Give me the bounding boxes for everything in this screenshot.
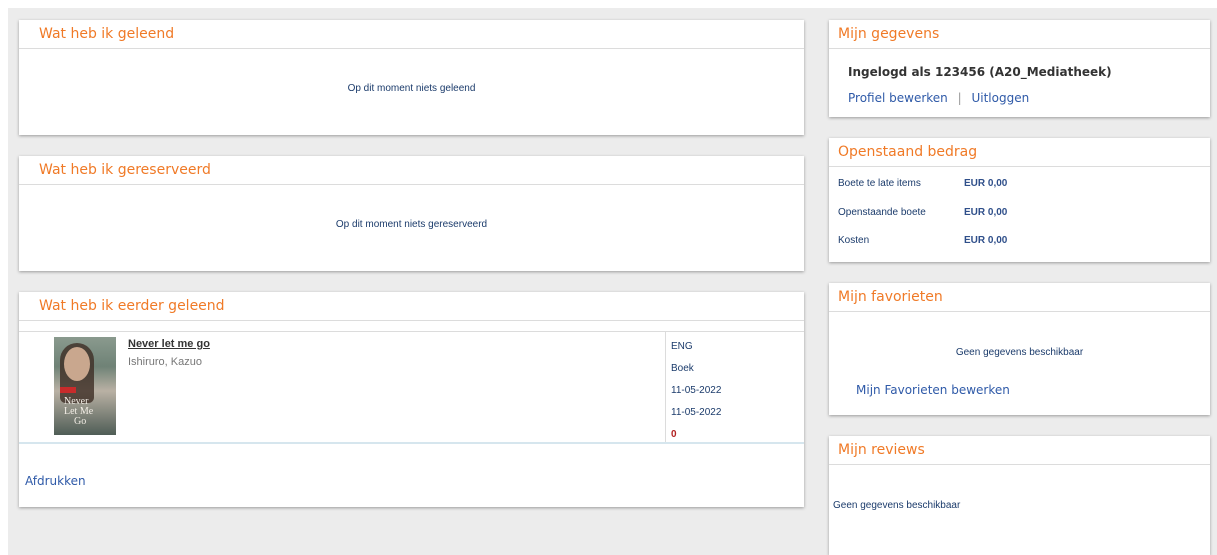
- reserved-panel: Wat heb ik gereserveerd Op dit moment ni…: [19, 156, 804, 271]
- balance-value-open: EUR 0,00: [964, 207, 1008, 218]
- reviews-empty-message: Geen gegevens beschikbaar: [833, 500, 961, 511]
- reserved-empty-message: Op dit moment niets gereserveerd: [335, 219, 488, 230]
- borrowed-title: Wat heb ik geleend: [19, 20, 804, 49]
- reserved-title: Wat heb ik gereserveerd: [19, 156, 804, 185]
- history-panel: Wat heb ik eerder geleend Never Let Me G…: [19, 292, 804, 507]
- balance-title: Openstaand bedrag: [829, 138, 1210, 167]
- book-count: 0: [671, 429, 677, 440]
- account-title: Mijn gegevens: [829, 20, 1210, 49]
- balance-label-costs: Kosten: [838, 235, 870, 246]
- balance-panel: Openstaand bedrag Boete te late items EU…: [829, 138, 1210, 262]
- book-language: ENG: [671, 341, 693, 352]
- edit-profile-link[interactable]: Profiel bewerken: [848, 91, 948, 105]
- reviews-title: Mijn reviews: [829, 436, 1210, 465]
- history-title: Wat heb ik eerder geleend: [19, 292, 804, 321]
- edit-favorites-link[interactable]: Mijn Favorieten bewerken: [856, 383, 1010, 397]
- book-cover-image[interactable]: Never Let Me Go: [54, 337, 116, 435]
- book-meta: ENG Boek 11-05-2022 11-05-2022 0: [665, 332, 804, 442]
- book-date-1: 11-05-2022: [671, 385, 722, 396]
- borrowed-panel: Wat heb ik geleend Op dit moment niets g…: [19, 20, 804, 135]
- balance-value-costs: EUR 0,00: [964, 235, 1008, 246]
- book-type: Boek: [671, 363, 694, 374]
- book-author: Ishiruro, Kazuo: [128, 356, 202, 368]
- favorites-empty-message: Geen gegevens beschikbaar: [955, 347, 1084, 358]
- logged-in-text: Ingelogd als 123456 (A20_Mediatheek): [848, 65, 1112, 79]
- balance-value-late: EUR 0,00: [964, 178, 1008, 189]
- book-date-2: 11-05-2022: [671, 407, 722, 418]
- balance-label-late: Boete te late items: [838, 178, 921, 189]
- book-title-link[interactable]: Never let me go: [128, 338, 210, 350]
- borrowed-empty-message: Op dit moment niets geleend: [347, 83, 476, 94]
- account-panel: Mijn gegevens Ingelogd als 123456 (A20_M…: [829, 20, 1210, 117]
- reviews-panel: Mijn reviews Geen gegevens beschikbaar: [829, 436, 1210, 555]
- balance-label-open: Openstaande boete: [838, 207, 926, 218]
- history-list-header: [19, 321, 804, 332]
- print-link[interactable]: Afdrukken: [25, 474, 86, 488]
- list-item: Never Let Me Go Never let me go Ishiruro…: [19, 332, 804, 444]
- favorites-panel: Mijn favorieten Geen gegevens beschikbaa…: [829, 283, 1210, 415]
- logout-link[interactable]: Uitloggen: [971, 91, 1029, 105]
- favorites-title: Mijn favorieten: [829, 283, 1210, 312]
- link-separator: |: [957, 91, 962, 105]
